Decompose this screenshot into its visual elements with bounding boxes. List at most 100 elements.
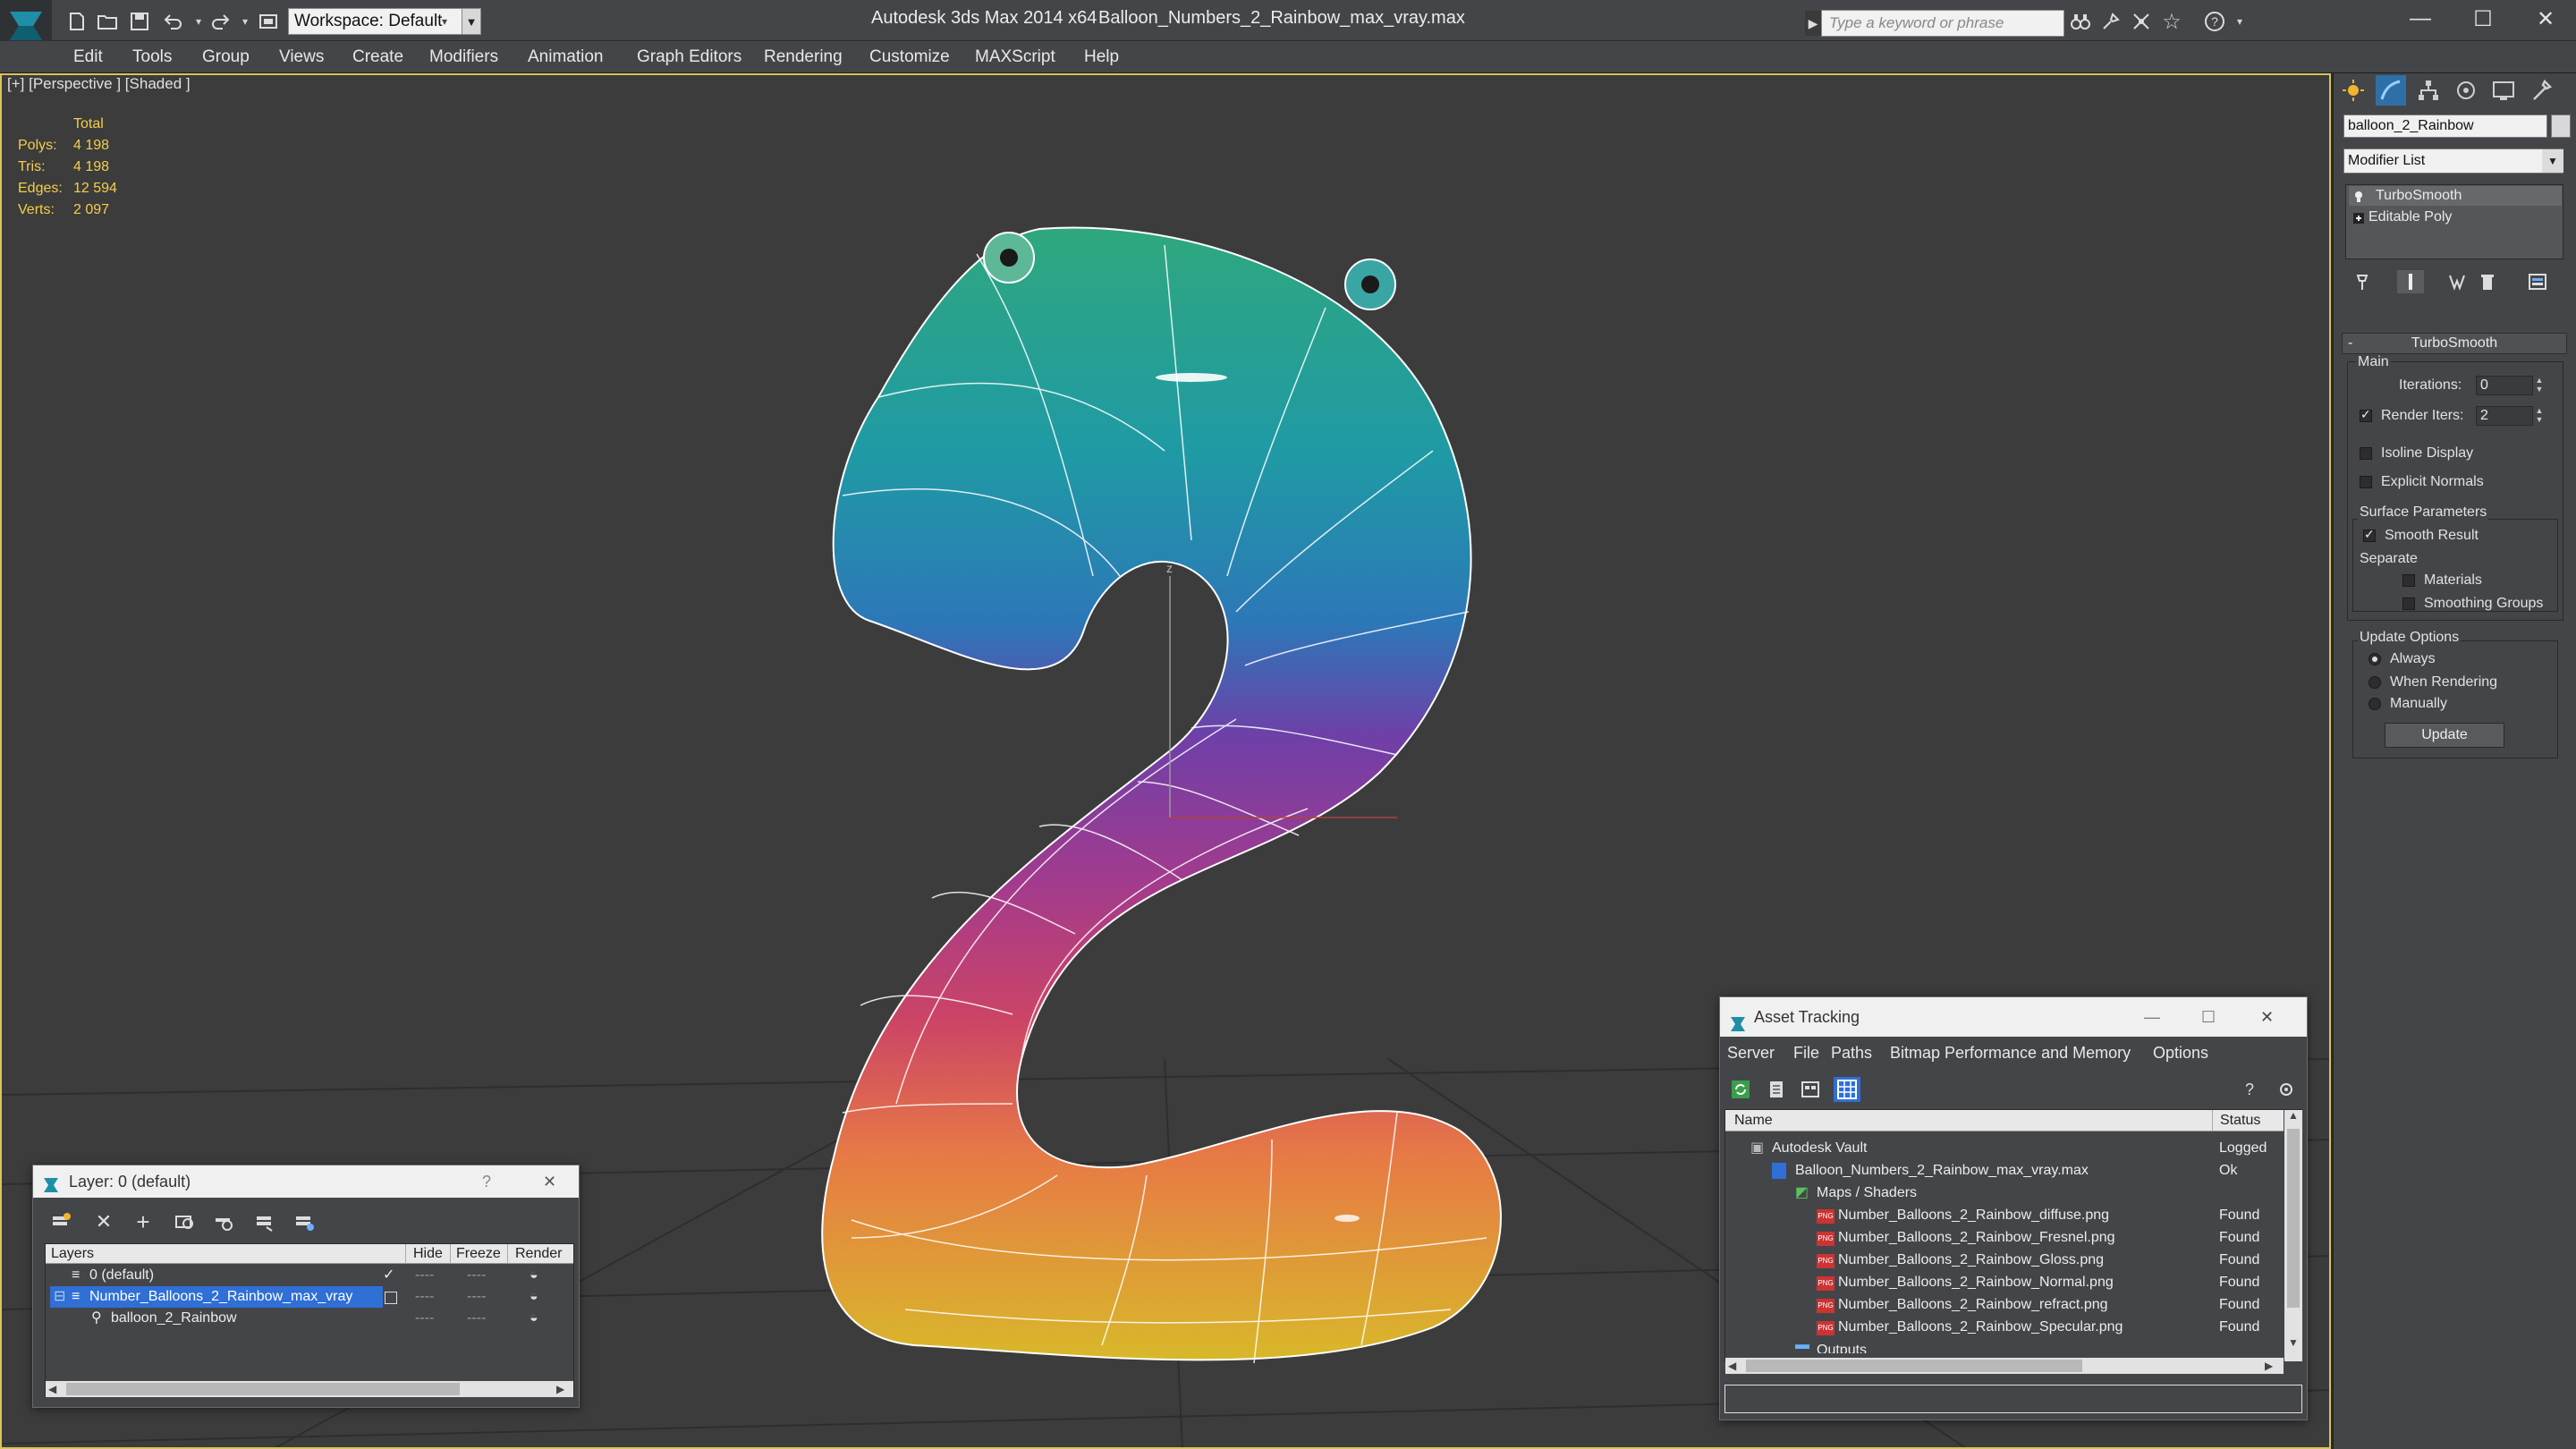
render-teapot-icon[interactable]: ◒ (530, 1308, 538, 1329)
search-expand-icon[interactable]: ▶ (1805, 11, 1821, 36)
select-objects-in-layer-icon[interactable] (174, 1211, 195, 1233)
asset-menu-options[interactable]: Options (2153, 1038, 2208, 1068)
project-folder-icon[interactable] (256, 9, 281, 34)
list-view-icon[interactable] (1766, 1079, 1787, 1100)
menu-group[interactable]: Group (202, 41, 250, 73)
new-file-icon[interactable] (64, 9, 89, 34)
expand-icon[interactable]: ⊟ (54, 1286, 65, 1308)
active-layer-box-icon[interactable] (385, 1292, 397, 1304)
hierarchy-tab-icon[interactable] (2413, 75, 2444, 106)
layer-window-help-button[interactable]: ? (482, 1165, 491, 1198)
configure-modifier-sets-icon[interactable] (2524, 270, 2551, 293)
remove-modifier-icon[interactable] (2474, 270, 2501, 293)
freeze-toggle[interactable]: ---- (467, 1308, 486, 1329)
asset-menu-server[interactable]: Server (1727, 1038, 1775, 1068)
layer-row[interactable]: ⊟ ≡ Number_Balloons_2_Rainbow_max_vray -… (47, 1286, 572, 1308)
communication-center-icon[interactable] (2129, 9, 2154, 34)
menu-animation[interactable]: Animation (528, 41, 604, 73)
menu-graph-editors[interactable]: Graph Editors (637, 41, 741, 73)
scroll-left-icon[interactable]: ◀ (1728, 1358, 1742, 1374)
layer-row[interactable]: ≡ 0 (default) ✓ ---- ---- ◒ (47, 1265, 572, 1286)
scroll-right-icon[interactable]: ▶ (556, 1381, 571, 1397)
menu-maxscript[interactable]: MAXScript (975, 41, 1055, 73)
table-view-icon[interactable] (1834, 1077, 1860, 1102)
asset-menu-bitmap-performance[interactable]: Bitmap Performance and Memory (1890, 1038, 2131, 1068)
menu-rendering[interactable]: Rendering (764, 41, 843, 73)
render-teapot-icon[interactable]: ◒ (530, 1265, 538, 1286)
hide-toggle[interactable]: ---- (415, 1265, 434, 1286)
render-teapot-icon[interactable]: ◒ (530, 1286, 538, 1308)
favorites-star-icon[interactable]: ☆ (2159, 9, 2184, 34)
chevron-down-icon[interactable]: ▼ (2542, 149, 2563, 173)
smoothing-groups-checkbox[interactable] (2402, 597, 2415, 610)
menu-create[interactable]: Create (352, 41, 403, 73)
asset-minimize-button[interactable]: — (2144, 997, 2160, 1037)
asset-row[interactable]: PNG Number_Balloons_2_Rainbow_Fresnel.pn… (1725, 1227, 2284, 1250)
render-iters-spin-arrows-icon[interactable]: ▲ ▼ (2535, 406, 2544, 424)
asset-window-titlebar[interactable]: Asset Tracking — ☐ ✕ (1720, 997, 2307, 1037)
freeze-toggle[interactable]: ---- (467, 1286, 486, 1308)
column-layers[interactable]: Layers (51, 1244, 94, 1264)
menu-customize[interactable]: Customize (869, 41, 950, 73)
freeze-unfreeze-all-layers-icon[interactable] (293, 1211, 315, 1233)
iterations-spinner[interactable]: 0 (2476, 376, 2533, 395)
column-status[interactable]: Status (2212, 1110, 2260, 1131)
isoline-display-checkbox[interactable] (2360, 447, 2372, 460)
hide-toggle[interactable]: ---- (415, 1308, 434, 1329)
iterations-spin-arrows-icon[interactable]: ▲ ▼ (2535, 376, 2544, 394)
layer-window-close-icon[interactable]: ✕ (543, 1165, 556, 1198)
object-color-swatch[interactable] (2551, 114, 2571, 138)
asset-menu-file[interactable]: File (1793, 1038, 1819, 1068)
create-layer-icon[interactable] (50, 1211, 72, 1233)
maximize-button[interactable]: ☐ (2453, 0, 2513, 38)
minimize-button[interactable]: — (2390, 0, 2451, 38)
turbosmooth-rollout-header[interactable]: - TurboSmooth (2342, 333, 2567, 354)
open-file-icon[interactable] (95, 9, 120, 34)
viewport-label[interactable]: [+] [Perspective ] [Shaded ] (7, 75, 191, 93)
column-render[interactable]: Render (507, 1244, 562, 1264)
menu-views[interactable]: Views (279, 41, 324, 73)
asset-row[interactable]: ◩ Maps / Shaders (1725, 1182, 2284, 1206)
hide-toggle[interactable]: ---- (415, 1286, 434, 1308)
asset-row[interactable]: PNG Number_Balloons_2_Rainbow_Gloss.png … (1725, 1250, 2284, 1273)
menu-edit[interactable]: Edit (73, 41, 103, 73)
update-manually-radio[interactable] (2368, 698, 2381, 710)
scroll-right-icon[interactable]: ▶ (2265, 1358, 2279, 1374)
smooth-result-checkbox[interactable] (2363, 527, 2376, 542)
asset-row[interactable]: PNG Number_Balloons_2_Rainbow_Normal.png… (1725, 1272, 2284, 1295)
column-name[interactable]: Name (1734, 1110, 1773, 1131)
thumbnail-view-icon[interactable] (1800, 1079, 1821, 1100)
save-icon[interactable] (127, 9, 152, 34)
update-when-rendering-radio[interactable] (2368, 676, 2381, 689)
help-dropdown-icon[interactable]: ▾ (2227, 9, 2252, 34)
column-hide[interactable]: Hide (405, 1244, 443, 1264)
layer-row[interactable]: ⚲ balloon_2_Rainbow ---- ---- ◒ (47, 1308, 572, 1329)
create-tab-icon[interactable] (2338, 75, 2368, 106)
column-freeze[interactable]: Freeze (450, 1244, 501, 1264)
asset-help-icon[interactable]: ? (2238, 1079, 2259, 1100)
asset-maximize-button[interactable]: ☐ (2201, 997, 2216, 1037)
asset-row[interactable]: ▣ Autodesk Vault Logged (1725, 1138, 2284, 1161)
object-name-field[interactable]: balloon_2_Rainbow (2343, 114, 2547, 138)
highlight-selected-layer-icon[interactable] (213, 1211, 234, 1233)
make-unique-icon[interactable] (2444, 270, 2470, 293)
subscription-icon[interactable] (2098, 9, 2123, 34)
redo-icon[interactable] (208, 9, 233, 34)
modify-tab-icon[interactable] (2376, 75, 2406, 106)
undo-icon[interactable] (161, 9, 186, 34)
layer-scroll-thumb[interactable] (66, 1383, 460, 1395)
asset-row[interactable]: ▬ Outputs (1725, 1339, 2284, 1353)
update-button[interactable]: Update (2385, 723, 2504, 748)
scroll-up-icon[interactable]: ▲ (2286, 1109, 2301, 1127)
scroll-down-icon[interactable]: ▼ (2286, 1336, 2301, 1354)
motion-tab-icon[interactable] (2451, 75, 2481, 106)
scroll-left-icon[interactable]: ◀ (48, 1381, 63, 1397)
utilities-tab-icon[interactable] (2526, 75, 2556, 106)
chevron-down-icon[interactable]: ▼ (462, 8, 481, 35)
asset-row[interactable]: Balloon_Numbers_2_Rainbow_max_vray.max O… (1725, 1160, 2284, 1183)
asset-hscroll-thumb[interactable] (1746, 1360, 2082, 1372)
asset-close-button[interactable]: ✕ (2260, 997, 2274, 1037)
layer-window-titlebar[interactable]: Layer: 0 (default) ? ✕ (33, 1165, 579, 1198)
asset-path-field[interactable] (1724, 1385, 2302, 1413)
modifier-list-dropdown[interactable]: Modifier List (2343, 148, 2563, 174)
